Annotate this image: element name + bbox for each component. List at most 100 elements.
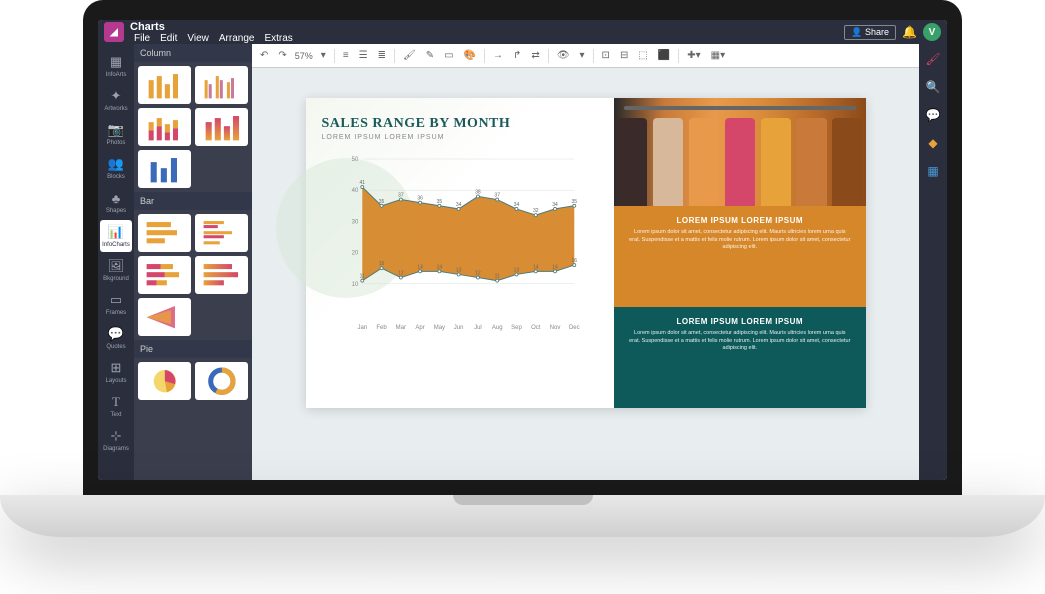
menu-bar: File Edit View Arrange Extras (134, 33, 293, 44)
column-chart-4[interactable] (195, 108, 248, 146)
notification-icon[interactable]: 🔔 (902, 25, 917, 39)
undo-icon[interactable]: ↶ (258, 50, 270, 61)
rail-photos[interactable]: 📷Photos (100, 118, 132, 150)
layers-icon[interactable]: ◆ (928, 136, 937, 150)
bar-chart-5[interactable] (138, 298, 191, 336)
bar-chart-4[interactable] (195, 256, 248, 294)
align-center-icon[interactable]: ☰ (357, 50, 370, 61)
svg-text:30: 30 (351, 219, 358, 225)
flip-icon[interactable]: ⇄ (529, 50, 541, 61)
left-rail: ▦InfoArts ✦Artworks 📷Photos 👥Blocks ♣Sha… (98, 44, 134, 480)
canvas[interactable]: SALES RANGE BY MONTH LOREM IPSUM LOREM I… (252, 68, 919, 480)
svg-text:Mar: Mar (395, 325, 405, 331)
svg-text:10: 10 (351, 282, 358, 288)
svg-text:Oct: Oct (531, 325, 541, 331)
canvas-area: ↶ ↷ 57% ▾ ≡ ☰ ≣ 🖌 ✎ ▭ 🎨 → ↱ ⇄ 👁 ▾ ⊡ ⊟ ⬚ … (252, 44, 919, 480)
ungroup-icon[interactable]: ⊟ (618, 50, 630, 61)
document[interactable]: SALES RANGE BY MONTH LOREM IPSUM LOREM I… (306, 98, 866, 408)
rail-shapes[interactable]: ♣Shapes (100, 186, 132, 218)
avatar[interactable]: V (923, 23, 941, 41)
column-chart-2[interactable] (195, 66, 248, 104)
rail-artworks[interactable]: ✦Artworks (100, 84, 132, 116)
rail-background[interactable]: 🖼Bkground (100, 254, 132, 286)
menu-view[interactable]: View (187, 33, 209, 44)
clothing-photo (614, 98, 865, 206)
fill-icon[interactable]: 🖌 (401, 50, 418, 61)
rail-infoarts[interactable]: ▦InfoArts (100, 50, 132, 82)
shapes-icon: ♣ (112, 191, 121, 206)
rail-blocks[interactable]: 👥Blocks (100, 152, 132, 184)
svg-text:11: 11 (359, 274, 364, 280)
rail-layouts[interactable]: ⊞Layouts (100, 356, 132, 388)
paint-icon[interactable]: 🎨 (462, 50, 478, 61)
pie-chart-2[interactable] (195, 362, 248, 400)
connector-icon[interactable]: ↱ (511, 50, 523, 61)
redo-icon[interactable]: ↷ (276, 50, 288, 61)
brush-icon[interactable]: 🖌 (925, 52, 940, 66)
column-chart-1[interactable] (138, 66, 191, 104)
infocharts-icon: 📊 (108, 224, 124, 240)
align-left-icon[interactable]: ≡ (341, 50, 351, 61)
back-icon[interactable]: ⬛ (656, 50, 672, 61)
svg-text:13: 13 (513, 267, 519, 273)
search-icon[interactable]: 🔍 (926, 80, 941, 94)
menu-edit[interactable]: Edit (160, 33, 177, 44)
svg-text:Apr: Apr (415, 325, 424, 331)
zoom-level[interactable]: 57% (295, 51, 313, 61)
chevron-down-icon[interactable]: ▾ (319, 50, 328, 61)
right-rail: 🖌 🔍 💬 ◆ ▦ (919, 44, 947, 480)
align-right-icon[interactable]: ≣ (376, 50, 388, 61)
eye-icon[interactable]: 👁 (555, 50, 572, 61)
blocks-icon: 👥 (108, 156, 124, 172)
app-title: Charts (130, 21, 293, 33)
column-chart-3[interactable] (138, 108, 191, 146)
plus-icon[interactable]: ✚▾ (685, 50, 702, 61)
bar-chart-1[interactable] (138, 214, 191, 252)
block1-title: LOREM IPSUM LOREM IPSUM (628, 216, 851, 225)
more-icon[interactable]: ▾ (578, 50, 587, 61)
pie-chart-1[interactable] (138, 362, 191, 400)
svg-text:35: 35 (571, 199, 577, 205)
apps-icon[interactable]: ▦ (927, 164, 938, 178)
rail-quotes[interactable]: 💬Quotes (100, 322, 132, 354)
rail-diagrams[interactable]: ⊹Diagrams (100, 424, 132, 456)
app-logo[interactable]: ◢ (104, 22, 124, 42)
menu-file[interactable]: File (134, 33, 150, 44)
quotes-icon: 💬 (108, 326, 124, 342)
front-icon[interactable]: ⬚ (636, 50, 649, 61)
layouts-icon: ⊞ (111, 360, 122, 376)
comment-icon[interactable]: 💬 (926, 108, 941, 122)
svg-text:Jun: Jun (453, 325, 463, 331)
svg-text:36: 36 (417, 196, 423, 202)
svg-text:41: 41 (359, 180, 365, 186)
rail-text[interactable]: TText (100, 390, 132, 422)
sales-chart[interactable]: 1020304050413537363534383734323435111512… (322, 153, 599, 333)
pen-icon[interactable]: ✎ (424, 50, 436, 61)
frames-icon: ▭ (110, 292, 122, 308)
rail-infocharts[interactable]: 📊InfoCharts (100, 220, 132, 252)
svg-text:20: 20 (351, 251, 358, 257)
share-button[interactable]: 👤 Share (844, 25, 896, 40)
bar-chart-3[interactable] (138, 256, 191, 294)
svg-text:14: 14 (436, 264, 442, 270)
line-icon[interactable]: ▭ (442, 50, 455, 61)
svg-text:13: 13 (455, 267, 461, 273)
text-block-orange: LOREM IPSUM LOREM IPSUM Lorem ipsum dolo… (614, 206, 865, 307)
svg-text:Feb: Feb (376, 325, 387, 331)
doc-right-panel: LOREM IPSUM LOREM IPSUM Lorem ipsum dolo… (614, 98, 865, 408)
toolbar: ↶ ↷ 57% ▾ ≡ ☰ ≣ 🖌 ✎ ▭ 🎨 → ↱ ⇄ 👁 ▾ ⊡ ⊟ ⬚ … (252, 44, 919, 68)
section-pie: Pie (134, 340, 252, 358)
svg-text:37: 37 (398, 193, 404, 199)
grid-icon[interactable]: ▦▾ (709, 50, 727, 61)
svg-text:50: 50 (351, 157, 358, 163)
group-icon[interactable]: ⊡ (600, 50, 612, 61)
menu-extras[interactable]: Extras (264, 33, 292, 44)
arrow-icon[interactable]: → (491, 50, 505, 61)
menu-arrange[interactable]: Arrange (219, 33, 255, 44)
column-chart-5[interactable] (138, 150, 191, 188)
section-bar: Bar (134, 192, 252, 210)
svg-text:Jan: Jan (357, 325, 367, 331)
bar-chart-2[interactable] (195, 214, 248, 252)
rail-frames[interactable]: ▭Frames (100, 288, 132, 320)
svg-text:Dec: Dec (568, 325, 579, 331)
